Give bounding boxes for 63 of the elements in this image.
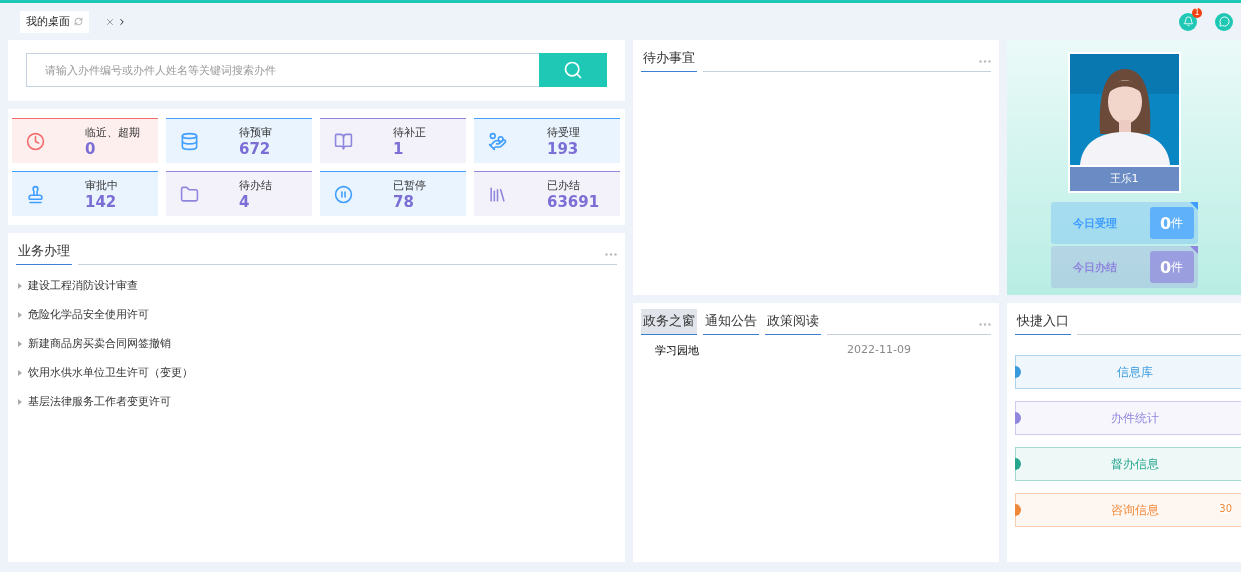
stat-card[interactable]: 已暂停 78 [320,171,466,216]
service-link[interactable]: 饮用水供水单位卫生许可（变更） [18,358,615,387]
books-icon [488,184,507,204]
stat-label: 临近、超期 [85,124,140,140]
more-icon[interactable] [605,253,617,256]
section-title: 快捷入口 [1015,309,1071,335]
service-link[interactable]: 新建商品房买卖合同网签撤销 [18,329,615,358]
today-label: 今日办结 [1072,259,1117,275]
page-tab[interactable]: 我的桌面 [20,10,89,33]
stat-label: 待预审 [239,124,272,140]
more-icon[interactable] [979,323,991,326]
stat-card[interactable]: 已办结 63691 [474,171,620,216]
user-name: 王乐1 [1069,167,1179,191]
news-tab[interactable]: 通知公告 [703,309,759,335]
refresh-icon[interactable] [74,17,83,26]
caret-icon[interactable] [117,16,127,27]
more-icon[interactable] [979,60,991,63]
stat-label: 审批中 [85,177,118,193]
book-icon [334,131,353,151]
stat-label: 待办结 [239,177,272,193]
folder-icon [180,184,199,204]
stamp-icon [26,184,45,204]
news-tab[interactable]: 政务之窗 [641,309,697,335]
search-field[interactable]: 请输入办件编号或办件人姓名等关键词搜索办件 [26,53,539,87]
stat-label: 待补正 [393,124,426,140]
today-label: 今日受理 [1072,215,1117,231]
search-icon [563,60,583,80]
bell-icon[interactable] [1179,12,1197,31]
service-link[interactable]: 基层法律服务工作者变更许可 [18,387,615,416]
close-icon[interactable] [105,16,115,27]
chat-icon[interactable] [1215,12,1233,31]
search-button[interactable] [539,53,607,87]
count-badge: 30 [1219,503,1232,514]
service-link[interactable]: 建设工程消防设计审查 [18,271,615,300]
database-icon [180,131,199,151]
stat-value: 63691 [547,192,600,211]
stat-value: 4 [239,192,251,211]
section-title: 待办事宜 [641,46,697,72]
stat-label: 已办结 [547,177,581,193]
stat-card[interactable]: 待受理 193 [474,118,620,163]
stat-card[interactable]: 待预审 672 [166,118,312,163]
news-title[interactable]: 学习园地 [655,343,699,358]
service-link[interactable]: 危险化学品安全使用许可 [18,300,615,329]
stat-value: 672 [239,139,272,158]
stat-label: 已暂停 [393,177,426,193]
stat-card[interactable]: 审批中 142 [12,171,158,216]
today-count: 0件 [1149,251,1194,283]
stat-value: 78 [393,192,415,211]
stat-card[interactable]: 临近、超期 0 [12,118,158,163]
stat-value: 0 [85,139,97,158]
stat-value: 142 [85,192,118,211]
news-date: 2022-11-09 [847,343,911,358]
today-count: 0件 [1149,207,1194,239]
stat-card[interactable]: 待补正 1 [320,118,466,163]
section-title: 业务办理 [16,239,72,265]
stat-value: 193 [547,139,580,158]
clock-icon [26,131,45,151]
pause-icon [334,184,353,204]
stat-value: 1 [393,139,405,158]
stat-card[interactable]: 待办结 4 [166,171,312,216]
notification-badge: 1 [1192,7,1202,18]
stat-label: 待受理 [547,124,580,140]
news-tab[interactable]: 政策阅读 [765,309,821,335]
